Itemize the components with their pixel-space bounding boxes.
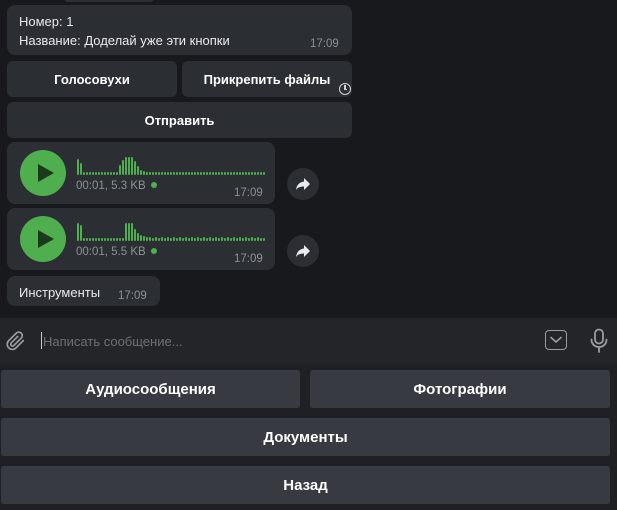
microphone-icon[interactable] (589, 328, 609, 358)
voice-meta: 00:01, 5.5 KB (76, 246, 157, 258)
message-time: 17:09 (118, 290, 147, 302)
reply-keyboard: Аудиосообщения Фотографии Документы Наза… (0, 364, 617, 510)
message-input[interactable] (43, 326, 523, 356)
message-time: 17:09 (234, 187, 263, 199)
voice-duration: 00:01 (76, 180, 105, 192)
voice-size: 5.5 KB (111, 246, 146, 258)
documents-button[interactable]: Документы (1, 418, 610, 456)
voices-inline-button[interactable]: Голосовухи (7, 61, 177, 97)
paperclip-icon[interactable] (5, 330, 27, 356)
voice-size: 5.3 KB (111, 180, 146, 192)
attach-files-inline-button[interactable]: Прикрепить файлы (182, 61, 352, 97)
play-icon[interactable] (20, 150, 66, 196)
text-cursor (41, 332, 42, 349)
message-composer (0, 318, 617, 364)
chevron-down-icon[interactable] (545, 330, 567, 350)
message-time: 17:09 (234, 253, 263, 265)
previous-message-bubble (64, 0, 154, 2)
task-info-message: Номер: 1 Название: Доделай уже эти кнопк… (7, 5, 352, 55)
back-button[interactable]: Назад (1, 466, 610, 504)
tools-message-text: Инструменты (19, 285, 101, 300)
share-arrow-icon[interactable] (287, 168, 319, 200)
voice-duration: 00:01 (76, 246, 105, 258)
chat-area: Номер: 1 Название: Доделай уже эти кнопк… (0, 0, 617, 318)
unplayed-dot (150, 247, 157, 254)
unplayed-dot (150, 181, 157, 188)
play-icon[interactable] (20, 216, 66, 262)
clock-icon (339, 83, 351, 95)
task-number-line: Номер: 1 (19, 14, 74, 29)
share-arrow-icon[interactable] (287, 235, 319, 267)
voice-meta: 00:01, 5.3 KB (76, 180, 157, 192)
tools-message: Инструменты 17:09 (7, 276, 160, 306)
voice-message: 00:01, 5.3 KB 17:09 (7, 142, 275, 204)
message-time: 17:09 (310, 38, 339, 50)
voice-waveform[interactable] (77, 215, 265, 241)
audio-messages-button[interactable]: Аудиосообщения (1, 370, 300, 408)
voice-waveform[interactable] (77, 149, 265, 175)
send-inline-button[interactable]: Отправить (7, 102, 352, 138)
task-name-line: Название: Доделай уже эти кнопки (19, 33, 230, 48)
voice-message: 00:01, 5.5 KB 17:09 (7, 208, 275, 270)
photos-button[interactable]: Фотографии (310, 370, 610, 408)
